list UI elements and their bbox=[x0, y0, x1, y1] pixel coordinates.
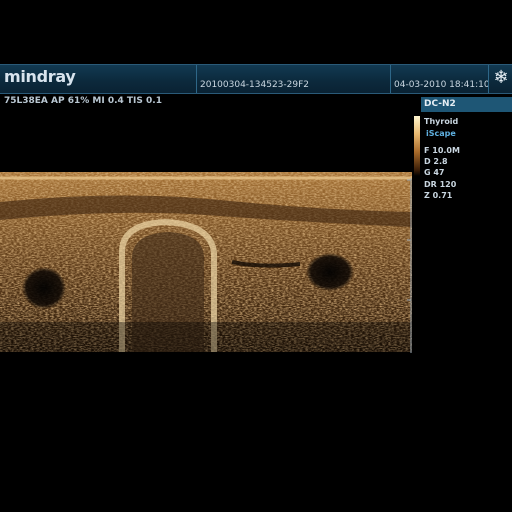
acoustic-params: 75L38EA AP 61% MI 0.4 TIS 0.1 bbox=[4, 96, 162, 106]
frequency-value: F 10.0M bbox=[424, 146, 460, 155]
header-divider bbox=[390, 65, 391, 93]
depth-scale bbox=[407, 178, 412, 353]
grayscale-bar bbox=[414, 116, 420, 176]
exam-preset: Thyroid bbox=[424, 117, 459, 126]
depth-value: D 2.8 bbox=[424, 157, 448, 166]
gain-value: G 47 bbox=[424, 168, 445, 177]
exam-datetime: 04-03-2010 18:41:10 bbox=[394, 80, 490, 90]
header-divider bbox=[196, 65, 197, 93]
patient-id: 20100304-134523-29F2 bbox=[200, 80, 310, 90]
brand-logo: mindray bbox=[4, 67, 76, 86]
right-vessel bbox=[306, 253, 354, 291]
dynamic-range-value: DR 120 bbox=[424, 180, 457, 189]
bottom-shadow bbox=[0, 322, 412, 352]
ultrasound-image bbox=[0, 172, 412, 352]
top-header-bar: mindray 20100304-134523-29F2 04-03-2010 … bbox=[0, 64, 512, 94]
left-vessel bbox=[22, 267, 66, 309]
mode-label: DC-N2 bbox=[421, 97, 512, 112]
header-divider bbox=[488, 65, 489, 93]
snowflake-icon[interactable]: ❄ bbox=[491, 68, 511, 88]
zoom-value: Z 0.71 bbox=[424, 191, 453, 200]
iscape-label: iScape bbox=[426, 129, 456, 138]
